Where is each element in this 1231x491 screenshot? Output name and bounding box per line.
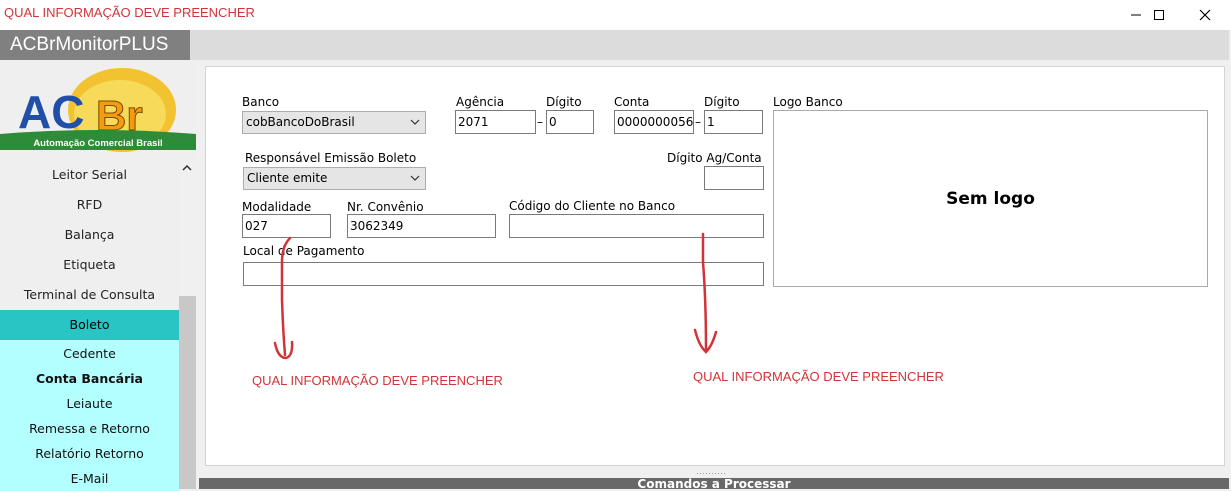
svg-text:Automação Comercial Brasil: Automação Comercial Brasil bbox=[33, 138, 162, 149]
digito-agencia-label: Dígito bbox=[546, 95, 582, 109]
sidebar-subitem-relatorio-retorno[interactable]: Relatório Retorno bbox=[0, 441, 179, 466]
acbr-logo: AC Br Automação Comercial Brasil bbox=[0, 68, 196, 164]
sidebar-item-etiqueta[interactable]: Etiqueta bbox=[0, 250, 179, 280]
responsavel-select[interactable]: Cliente emite bbox=[243, 167, 426, 190]
local-pagamento-label: Local de Pagamento bbox=[243, 244, 365, 258]
comandos-bar: Comandos a Processar bbox=[199, 478, 1229, 489]
agencia-field[interactable]: 2071 bbox=[455, 110, 536, 134]
conta-separator: – bbox=[695, 115, 701, 129]
panel-resize-grip[interactable] bbox=[697, 472, 727, 475]
chevron-down-icon bbox=[410, 119, 420, 125]
banco-select[interactable]: cobBancoDoBrasil bbox=[242, 111, 426, 134]
agencia-label: Agência bbox=[456, 95, 505, 109]
modalidade-label: Modalidade bbox=[242, 200, 312, 214]
responsavel-label: Responsável Emissão Boleto bbox=[245, 151, 417, 165]
close-button[interactable] bbox=[1182, 0, 1228, 30]
close-icon bbox=[1199, 9, 1211, 21]
digito-conta-field[interactable]: 1 bbox=[704, 110, 763, 134]
digito-agencia-field[interactable]: 0 bbox=[546, 110, 594, 134]
maximize-icon bbox=[1154, 10, 1164, 20]
convenio-label: Nr. Convênio bbox=[347, 200, 424, 214]
window-titlebar: QUAL INFORMAÇÃO DEVE PREENCHER bbox=[0, 0, 1231, 30]
sidebar-subitem-leiaute[interactable]: Leiaute bbox=[0, 391, 179, 416]
sidebar: AC Br Automação Comercial Brasil Leitor … bbox=[0, 60, 196, 491]
modalidade-field[interactable]: 027 bbox=[242, 214, 331, 238]
svg-text:AC: AC bbox=[18, 86, 84, 138]
codigo-cliente-label: Código do Cliente no Banco bbox=[509, 199, 676, 213]
annotation-right-text: QUAL INFORMAÇÃO DEVE PREENCHER bbox=[693, 369, 944, 384]
local-pagamento-field[interactable] bbox=[243, 262, 764, 286]
annotation-left-text: QUAL INFORMAÇÃO DEVE PREENCHER bbox=[252, 373, 503, 388]
sidebar-item-rfd[interactable]: RFD bbox=[0, 190, 179, 220]
comandos-label: Comandos a Processar bbox=[637, 478, 791, 489]
logo-banco-box[interactable]: Sem logo bbox=[773, 110, 1208, 287]
banco-label: Banco bbox=[242, 95, 280, 109]
app-title: ACBrMonitorPLUS bbox=[0, 30, 190, 60]
sidebar-subitem-email[interactable]: E-Mail bbox=[0, 466, 179, 491]
logo-banco-label: Logo Banco bbox=[773, 95, 843, 109]
sidebar-item-terminal-consulta[interactable]: Terminal de Consulta bbox=[0, 280, 179, 310]
sidebar-subitem-conta-bancaria[interactable]: Conta Bancária bbox=[0, 366, 179, 391]
sidebar-item-leitor-serial[interactable]: Leitor Serial bbox=[0, 160, 179, 190]
conta-label: Conta bbox=[614, 95, 650, 109]
chevron-down-icon bbox=[410, 175, 420, 181]
sidebar-item-balanca[interactable]: Balança bbox=[0, 220, 179, 250]
banco-select-value: cobBancoDoBrasil bbox=[246, 115, 355, 129]
maximize-button[interactable] bbox=[1136, 0, 1182, 30]
convenio-field[interactable]: 3062349 bbox=[347, 214, 496, 238]
sidebar-scrollbar-thumb[interactable] bbox=[179, 296, 196, 489]
agencia-separator: – bbox=[537, 115, 543, 129]
digito-conta-label: Dígito bbox=[704, 95, 740, 109]
chevron-up-icon[interactable] bbox=[182, 164, 192, 172]
sidebar-subitem-cedente[interactable]: Cedente bbox=[0, 341, 179, 366]
digito-agconta-label: Dígito Ag/Conta bbox=[667, 151, 762, 165]
conta-field[interactable]: 0000000056: bbox=[614, 110, 694, 134]
sem-logo-text: Sem logo bbox=[946, 188, 1035, 209]
sidebar-item-boleto[interactable]: Boleto bbox=[0, 310, 179, 340]
digito-agconta-field[interactable] bbox=[704, 166, 764, 190]
responsavel-select-value: Cliente emite bbox=[247, 171, 328, 185]
sidebar-subitem-remessa-retorno[interactable]: Remessa e Retorno bbox=[0, 416, 179, 441]
codigo-cliente-field[interactable] bbox=[509, 214, 764, 238]
window-title: QUAL INFORMAÇÃO DEVE PREENCHER bbox=[4, 5, 255, 20]
